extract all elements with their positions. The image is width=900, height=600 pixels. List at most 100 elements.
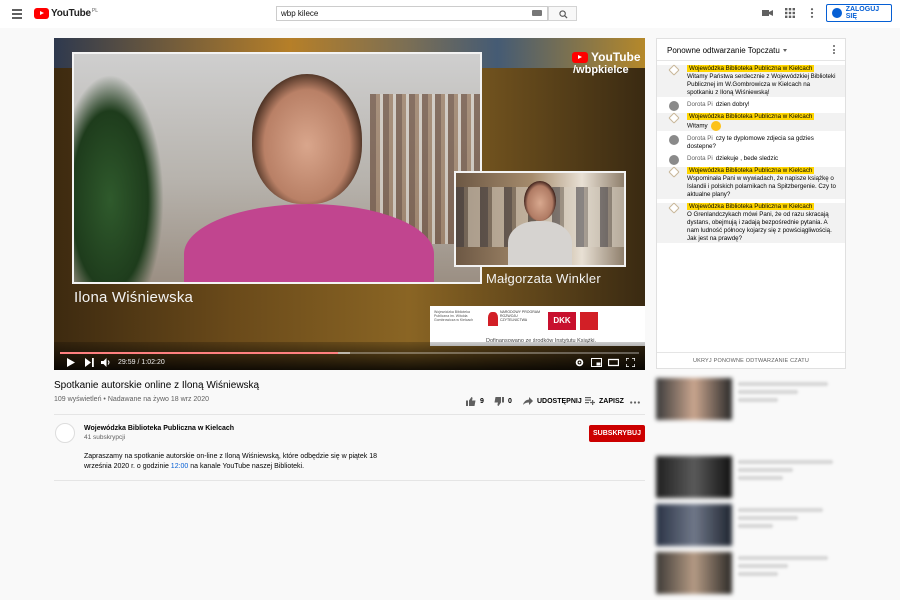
chat-message: Wojewódzka Biblioteka Publiczna w Kielca… — [657, 166, 845, 199]
volume-icon[interactable] — [101, 358, 111, 367]
gear-icon[interactable] — [575, 358, 584, 367]
dkk-logo: DKK — [548, 312, 576, 330]
reading-program-logo: NARODOWY PROGRAM ROZWOJU CZYTELNICTWA — [488, 310, 540, 340]
chat-message: Wojewódzka Biblioteka Publiczna w Kielca… — [657, 64, 845, 97]
divider — [54, 480, 645, 481]
play-icon[interactable] — [66, 358, 75, 367]
fullscreen-icon[interactable] — [626, 358, 635, 367]
recommendation-item[interactable] — [656, 504, 846, 546]
chat-text: Witamy — [687, 122, 708, 130]
hide-chat-button[interactable]: UKRYJ PONOWNE ODTWARZANIE CZATU — [657, 352, 845, 368]
chat-avatar — [669, 101, 679, 111]
time-total: 1:02:20 — [141, 359, 165, 366]
recommendation-item[interactable] — [656, 552, 846, 594]
chat-mode-selector[interactable]: Ponowne odtwarzanie Topczatu — [667, 46, 787, 55]
view-count: 109 wyświetleń — [54, 396, 102, 403]
like-button[interactable]: 9 — [466, 397, 484, 406]
time-current: 29:59 — [118, 359, 136, 366]
next-icon[interactable] — [85, 358, 94, 367]
playlist-add-icon — [585, 397, 595, 405]
chat-more-icon[interactable] — [833, 45, 835, 56]
pip-speaker-head — [524, 181, 556, 221]
recommendation-thumbnail — [656, 456, 732, 498]
sponsor-banner: Wojewódzka Biblioteka Publiczna im. Wito… — [430, 306, 645, 346]
chat-text: Witamy Państwa serdecznie z Wojewódzkiej… — [687, 73, 836, 96]
chat-text: dzien dobry! — [715, 101, 750, 108]
more-actions-icon[interactable] — [630, 401, 640, 404]
chat-message: Dorota Pi dzien dobry! — [657, 101, 845, 111]
chat-author: Dorota Pi — [687, 135, 713, 142]
recommendation-item[interactable] — [656, 456, 846, 498]
recommendation-thumbnail — [656, 552, 732, 594]
chat-message-list: Wojewódzka Biblioteka Publiczna w Kielca… — [657, 64, 845, 247]
book-institute-logo — [580, 312, 598, 330]
like-count: 9 — [480, 398, 484, 405]
thumbs-up-icon — [466, 397, 476, 406]
share-button[interactable]: UDOSTĘPNIJ — [523, 397, 582, 405]
chat-author: Dorota Pi — [687, 101, 713, 108]
speaker-head — [252, 74, 362, 204]
menu-icon[interactable] — [12, 9, 22, 19]
chat-title: Ponowne odtwarzanie Topczatu — [667, 46, 780, 55]
main-speaker-name: Ilona Wiśniewska — [74, 289, 194, 306]
recommendation-text — [738, 556, 838, 580]
miniplayer-icon[interactable] — [591, 358, 602, 367]
stream-date: Nadawane na żywo 18 wrz 2020 — [107, 396, 209, 403]
search-input[interactable]: wbp kilece — [276, 6, 548, 21]
youtube-play-icon — [34, 8, 49, 19]
recommendations — [656, 378, 846, 600]
share-label: UDOSTĘPNIJ — [537, 397, 582, 405]
signin-label: ZALOGUJ SIĘ — [845, 6, 880, 20]
recommendation-thumbnail — [656, 504, 732, 546]
chat-message: Wojewódzka Biblioteka Publiczna w Kielca… — [657, 112, 845, 131]
thumbs-down-icon — [494, 397, 504, 406]
divider — [54, 414, 645, 415]
chat-avatar — [668, 64, 680, 76]
signin-button[interactable]: ZALOGUJ SIĘ — [826, 4, 892, 22]
plant-decoration — [74, 74, 164, 282]
channel-name[interactable]: Wojewódzka Biblioteka Publiczna w Kielca… — [84, 425, 234, 432]
save-button[interactable]: ZAPISZ — [585, 397, 624, 405]
recommendation-text — [738, 460, 838, 484]
description-text-end: na kanale YouTube naszej Biblioteki. — [190, 463, 305, 470]
apps-grid-icon[interactable] — [785, 8, 795, 18]
timestamp-link[interactable]: 12:00 — [171, 463, 189, 470]
recommendation-thumbnail — [656, 378, 732, 420]
recommendation-item[interactable] — [656, 378, 846, 420]
logo-region: PL — [91, 7, 99, 14]
chat-avatar — [669, 155, 679, 165]
chat-author: Wojewódzka Biblioteka Publiczna w Kielca… — [687, 167, 815, 174]
search-button[interactable] — [548, 6, 577, 21]
watermark-brand: YouTube — [591, 50, 641, 64]
chat-header: Ponowne odtwarzanie Topczatu — [657, 39, 845, 61]
video-meta: 109 wyświetleń • Nadawane na żywo 18 wrz… — [54, 396, 209, 403]
chat-avatar — [668, 112, 680, 124]
channel-avatar[interactable] — [55, 423, 75, 443]
chat-author: Wojewódzka Biblioteka Publiczna w Kielca… — [687, 65, 815, 72]
chat-author: Dorota Pi — [687, 155, 713, 162]
subscribe-button[interactable]: SUBSKRYBUJ — [589, 425, 645, 442]
youtube-logo[interactable]: YouTube PL — [34, 8, 98, 19]
dislike-button[interactable]: 0 — [494, 397, 512, 406]
logo-text: YouTube — [51, 8, 91, 19]
video-player[interactable]: Ilona Wiśniewska Małgorzata Winkler YouT… — [54, 38, 645, 370]
create-video-icon[interactable] — [762, 8, 773, 18]
top-bar: YouTube PL wbp kilece ZALOGUJ SIĘ — [0, 0, 900, 28]
dislike-count: 0 — [508, 398, 512, 405]
pip-speaker-name: Małgorzata Winkler — [486, 271, 601, 286]
progress-bar[interactable] — [60, 352, 639, 354]
keyboard-icon[interactable] — [532, 10, 542, 16]
main-speaker-video — [72, 52, 482, 284]
youtube-play-icon — [572, 51, 588, 63]
time-display: 29:59 / 1:02:20 — [118, 359, 165, 366]
theater-mode-icon[interactable] — [608, 358, 619, 367]
subscriber-count: 41 subskrypcji — [84, 434, 126, 441]
pip-speaker-body — [508, 221, 572, 265]
video-title: Spotkanie autorskie online z Iloną Wiśni… — [54, 380, 260, 391]
buffer-bar — [60, 352, 350, 354]
settings-dots-icon[interactable] — [810, 8, 814, 18]
time-separator: / — [137, 359, 140, 366]
chat-text: O Grenlandczykach mówi Pani, że od razu … — [687, 211, 832, 242]
chat-author: Wojewódzka Biblioteka Publiczna w Kielca… — [687, 113, 815, 120]
watermark-handle: /wbpkielce — [573, 64, 629, 76]
